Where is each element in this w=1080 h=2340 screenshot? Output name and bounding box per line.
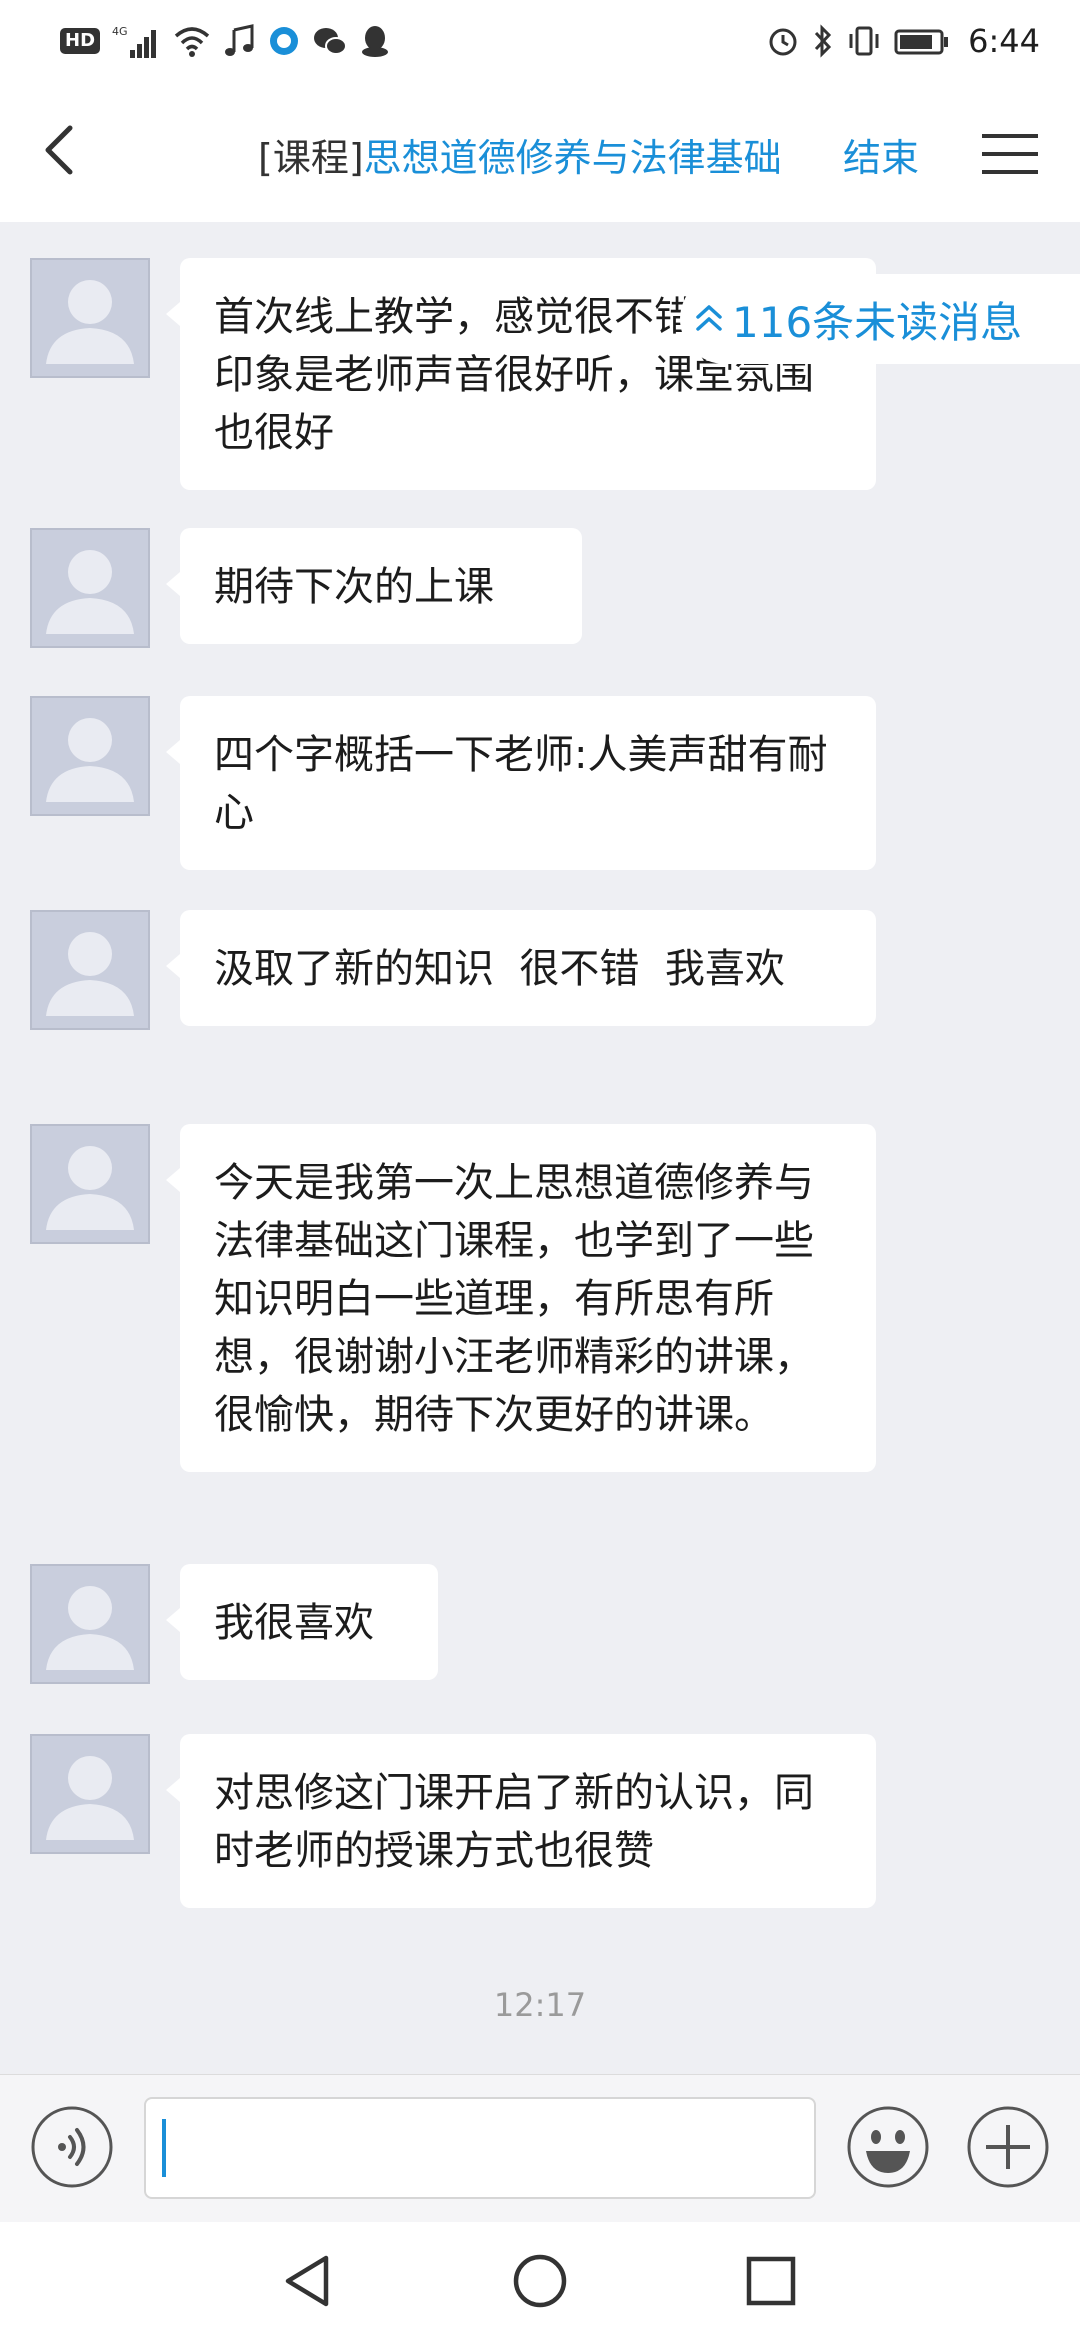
avatar[interactable] — [30, 258, 150, 378]
alarm-icon — [769, 28, 797, 56]
system-navigation-bar — [0, 2222, 1080, 2340]
input-bar — [0, 2074, 1080, 2223]
chevron-left-icon[interactable] — [30, 118, 94, 182]
emoji-icon[interactable] — [846, 2105, 930, 2189]
avatar[interactable] — [30, 910, 150, 1030]
battery-icon — [894, 29, 949, 55]
unread-messages-banner[interactable]: 116条未读消息 — [680, 274, 1080, 364]
message-bubble[interactable]: 期待下次的上课 — [166, 528, 582, 644]
avatar[interactable] — [30, 696, 150, 816]
user-silhouette-icon — [46, 550, 134, 634]
user-silhouette-icon — [46, 932, 134, 1016]
user-silhouette-icon — [46, 280, 134, 364]
avatar[interactable] — [30, 1124, 150, 1244]
user-silhouette-icon — [46, 718, 134, 802]
voice-icon[interactable] — [30, 2105, 114, 2189]
signal-4g-icon: 4G — [112, 25, 157, 58]
text-caret — [162, 2119, 166, 2177]
bluetooth-icon — [815, 24, 832, 58]
unread-count-label: 116条未读消息 — [732, 297, 1023, 347]
browser-app-icon — [270, 27, 299, 55]
clock: 6:44 — [968, 22, 1040, 60]
message-bubble[interactable]: 今天是我第一次上思想道德修养与法律基础这门课程，也学到了一些知识明白一些道理，有… — [166, 1124, 876, 1472]
avatar[interactable] — [30, 1734, 150, 1854]
message-input[interactable] — [144, 2097, 816, 2199]
message-bubble[interactable]: 四个字概括一下老师:人美声甜有耐心 — [166, 696, 876, 870]
message-bubble[interactable]: 我很喜欢 — [166, 1564, 438, 1680]
page-title: [课程] 思想道德修养与法律基础 — [258, 126, 782, 182]
hd-badge: HD — [60, 28, 101, 54]
hamburger-menu-icon[interactable] — [978, 126, 1042, 182]
message-timestamp: 12:17 — [493, 1986, 587, 2024]
user-silhouette-icon — [46, 1146, 134, 1230]
qq-icon — [362, 26, 389, 57]
title-prefix: [课程] — [258, 135, 364, 180]
vibrate-icon — [849, 26, 879, 56]
status-bar: HD 4G 6:44 — [0, 0, 1080, 82]
end-button[interactable]: 结束 — [843, 126, 919, 182]
nav-recents-icon[interactable] — [736, 2246, 806, 2316]
wifi-icon — [174, 27, 210, 57]
message-bubble[interactable]: 对思修这门课开启了新的认识，同时老师的授课方式也很赞 — [166, 1734, 876, 1908]
user-silhouette-icon — [46, 1586, 134, 1670]
avatar[interactable] — [30, 1564, 150, 1684]
course-title: 思想道德修养与法律基础 — [363, 135, 782, 180]
nav-back-icon[interactable] — [274, 2246, 344, 2316]
chat-header: [课程] 思想道德修养与法律基础 结束 — [0, 82, 1080, 222]
svg-text:4G: 4G — [112, 25, 128, 38]
user-silhouette-icon — [46, 1756, 134, 1840]
wechat-icon — [314, 28, 348, 55]
music-icon — [225, 24, 254, 56]
avatar[interactable] — [30, 528, 150, 648]
double-chevron-up-icon — [696, 305, 722, 331]
message-bubble[interactable]: 汲取了新的知识 很不错 我喜欢 — [166, 910, 876, 1026]
nav-home-icon[interactable] — [505, 2246, 575, 2316]
status-icons-left: HD 4G — [60, 18, 390, 64]
plus-icon[interactable] — [966, 2105, 1050, 2189]
message-list[interactable]: 首次线上教学，感觉很不错，第一印象是老师声音很好听，课堂氛围也很好 期待下次的上… — [0, 222, 1080, 2074]
status-icons-right: 6:44 — [766, 18, 1040, 64]
